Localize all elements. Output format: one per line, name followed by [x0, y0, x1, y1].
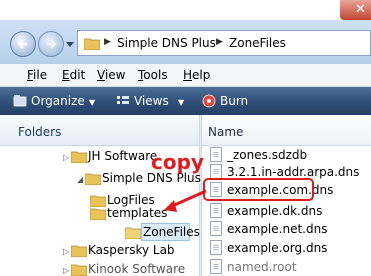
file-icon	[210, 147, 222, 162]
back-button[interactable]	[10, 31, 36, 57]
collapse-icon[interactable]: ◢	[77, 175, 83, 184]
copy-annotation-label: copy	[151, 150, 204, 174]
file-row[interactable]: example.org.dns	[227, 241, 327, 255]
breadcrumb-simple-dns-plus[interactable]: Simple DNS Plus	[117, 36, 216, 50]
expand-icon[interactable]: ▷	[63, 153, 69, 162]
burn-button[interactable]: Burn	[220, 94, 248, 108]
menu-view[interactable]: View	[97, 68, 125, 82]
file-row[interactable]: example.dk.dns	[227, 204, 322, 218]
file-row[interactable]: 3.2.1.in-addr.arpa.dns	[227, 165, 359, 179]
tree-item-kinook-software[interactable]: Kinook Software	[88, 262, 185, 276]
folder-icon	[71, 245, 87, 257]
forward-button[interactable]	[38, 31, 64, 57]
chevron-down-icon: ▼	[89, 98, 96, 107]
tree-item-templates[interactable]: templates	[107, 206, 167, 220]
menu-tools[interactable]: Tools	[138, 68, 168, 82]
back-arrow-icon	[17, 39, 27, 49]
tree-item-kaspersky-lab[interactable]: Kaspersky Lab	[88, 243, 175, 257]
name-column-header[interactable]: Name	[202, 115, 371, 146]
folders-header[interactable]: Folders	[0, 115, 199, 146]
file-icon	[210, 259, 222, 274]
file-icon	[210, 221, 222, 236]
file-row[interactable]: example.net.dns	[227, 222, 327, 236]
burn-disc-icon	[202, 94, 216, 108]
tree-item-jh-software[interactable]: JH Software	[88, 149, 157, 163]
menu-file[interactable]: File	[27, 68, 47, 82]
folder-icon	[84, 38, 100, 50]
folder-icon	[85, 173, 101, 185]
file-row[interactable]: _zones.sdzdb	[227, 148, 307, 162]
folder-icon	[71, 151, 87, 163]
file-icon	[210, 240, 222, 255]
explorer-window: ✕ ▶ Simple DNS Plus ▶ ZoneFiles File Edi…	[0, 0, 371, 276]
folder-icon	[71, 264, 87, 276]
recent-pages-dropdown-icon[interactable]	[66, 40, 74, 48]
folder-icon	[90, 208, 106, 220]
copy-highlight-box	[203, 178, 314, 201]
breadcrumb-zonefiles[interactable]: ZoneFiles	[229, 36, 286, 50]
folder-open-icon	[125, 227, 141, 239]
tree-item-zonefiles[interactable]: ZoneFiles	[143, 225, 200, 239]
expand-icon[interactable]: ▷	[63, 247, 69, 256]
chevron-down-icon: ▼	[178, 98, 185, 107]
views-button[interactable]: Views	[134, 94, 169, 108]
file-icon	[210, 164, 222, 179]
menu-edit[interactable]: Edit	[62, 68, 85, 82]
views-icon	[117, 96, 129, 104]
organize-icon	[13, 95, 27, 107]
tree-item-logfiles[interactable]: LogFiles	[107, 193, 155, 207]
breadcrumb-separator-icon[interactable]: ▶	[104, 37, 111, 47]
forward-arrow-icon	[47, 39, 57, 49]
expand-icon[interactable]: ▷	[63, 266, 69, 275]
file-icon	[210, 203, 222, 218]
folder-icon	[90, 195, 106, 207]
close-icon: ✕	[355, 2, 366, 17]
breadcrumb-separator-icon[interactable]: ▶	[216, 37, 223, 47]
copy-arrow-icon	[164, 189, 207, 212]
file-row[interactable]: named.root	[227, 260, 297, 274]
organize-button[interactable]: Organize	[31, 94, 85, 108]
menu-help[interactable]: Help	[183, 68, 210, 82]
